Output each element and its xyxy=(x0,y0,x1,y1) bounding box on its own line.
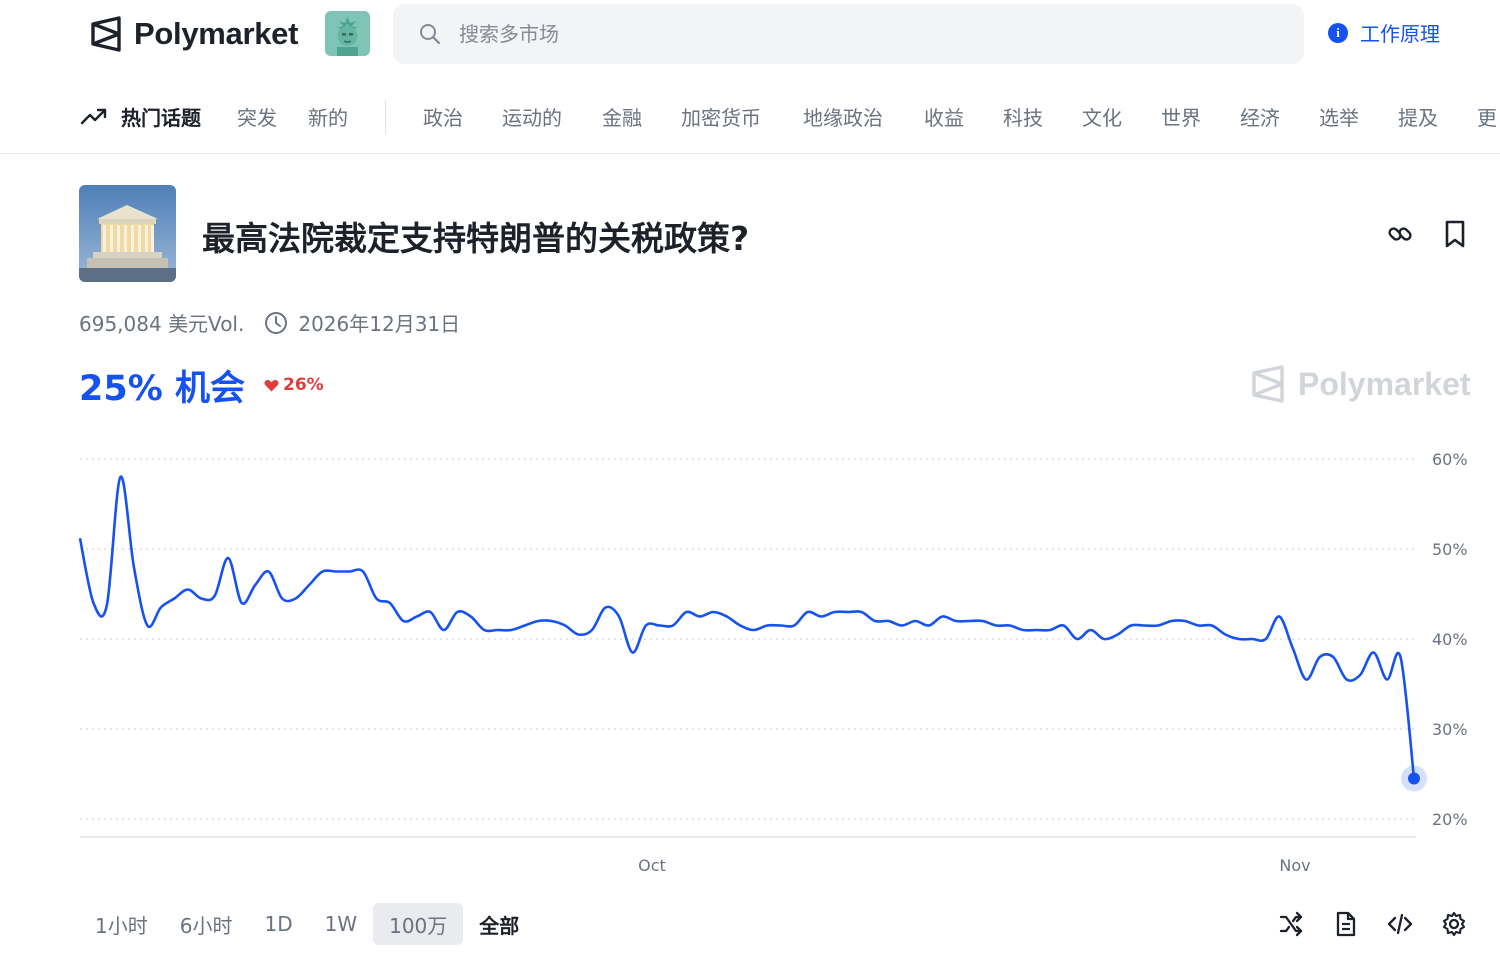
price-history-chart[interactable]: 60% 50% 40% 30% 20% Oct Nov xyxy=(0,430,1500,880)
info-icon: i xyxy=(1328,22,1348,43)
shuffle-icon[interactable] xyxy=(1278,911,1304,937)
how-it-works-link[interactable]: i 工作原理 xyxy=(1328,18,1440,47)
category-nav: 热门话题 突发 新的 政治 运动的 金融 加密货币 地缘政治 收益 科技 文化 … xyxy=(0,96,1500,142)
document-icon[interactable] xyxy=(1333,911,1359,937)
chance-value: 25% 机会 xyxy=(79,369,245,409)
market-image xyxy=(79,185,176,282)
nav-item-tech[interactable]: 科技 xyxy=(1003,102,1043,131)
range-1m-button[interactable]: 100万 xyxy=(373,903,464,945)
polymarket-logo-icon xyxy=(91,16,121,52)
top-bar: Polymarket i 工作原理 xyxy=(0,0,1500,70)
range-1d-button[interactable]: 1D xyxy=(248,903,308,945)
watermark-text: Polymarket xyxy=(1298,365,1471,402)
bookmark-icon[interactable] xyxy=(1443,219,1467,249)
nav-item-politics[interactable]: 政治 xyxy=(423,102,463,131)
nav-item-finance[interactable]: 金融 xyxy=(602,102,642,131)
chance-change: 26% xyxy=(264,375,324,395)
search-bar[interactable] xyxy=(393,4,1304,64)
range-6h-button[interactable]: 6小时 xyxy=(164,903,249,945)
nav-item-economy[interactable]: 经济 xyxy=(1240,102,1280,131)
y-tick-label: 50% xyxy=(1432,540,1468,559)
down-heart-icon xyxy=(264,379,279,391)
nav-item-sports[interactable]: 运动的 xyxy=(502,102,562,131)
how-it-works-label: 工作原理 xyxy=(1360,22,1440,46)
statue-of-liberty-badge-icon[interactable] xyxy=(325,11,370,56)
market-title: 最高法院裁定支持特朗普的关税政策? xyxy=(202,219,750,258)
nav-item-elections[interactable]: 选举 xyxy=(1319,102,1359,131)
y-tick-label: 30% xyxy=(1432,720,1468,739)
range-all-button[interactable]: 全部 xyxy=(463,903,535,945)
nav-divider-line xyxy=(0,153,1500,154)
nav-item-world[interactable]: 世界 xyxy=(1161,102,1201,131)
brand-logo[interactable]: Polymarket xyxy=(88,12,298,56)
range-1w-button[interactable]: 1W xyxy=(309,903,374,945)
nav-item-geopolitics[interactable]: 地缘政治 xyxy=(803,102,883,131)
y-tick-label: 20% xyxy=(1432,810,1468,829)
nav-item-new[interactable]: 新的 xyxy=(308,102,348,131)
watermark: Polymarket xyxy=(1250,364,1471,404)
nav-item-crypto[interactable]: 加密货币 xyxy=(681,102,761,131)
code-icon[interactable] xyxy=(1387,911,1413,937)
nav-item-mentions[interactable]: 提及 xyxy=(1398,102,1438,131)
polymarket-watermark-icon xyxy=(1252,365,1284,403)
nav-item-culture[interactable]: 文化 xyxy=(1082,102,1122,131)
y-tick-label: 40% xyxy=(1432,630,1468,649)
market-meta: 695,084 美元Vol. 2026年12月31日 xyxy=(79,308,460,337)
volume-label: 695,084 美元Vol. xyxy=(79,312,245,336)
chance-change-value: 26% xyxy=(283,375,324,395)
range-1h-button[interactable]: 1小时 xyxy=(79,903,164,945)
last-point-marker xyxy=(1408,772,1420,785)
nav-item-more[interactable]: 更 xyxy=(1477,102,1497,131)
time-range-selector: 1小时 6小时 1D 1W 100万 全部 xyxy=(79,901,535,947)
nav-divider xyxy=(385,100,386,134)
gear-icon[interactable] xyxy=(1441,911,1467,937)
search-input[interactable] xyxy=(459,22,1259,46)
nav-item-breaking[interactable]: 突发 xyxy=(237,102,277,131)
x-tick-label: Oct xyxy=(638,856,666,875)
trending-icon xyxy=(80,108,107,125)
link-icon[interactable] xyxy=(1386,220,1414,248)
end-date-label: 2026年12月31日 xyxy=(298,312,461,336)
search-icon xyxy=(420,24,441,45)
brand-name: Polymarket xyxy=(134,16,299,51)
price-series-line xyxy=(78,475,1416,779)
x-tick-label: Nov xyxy=(1279,856,1310,875)
y-tick-label: 60% xyxy=(1432,450,1468,469)
nav-item-earnings[interactable]: 收益 xyxy=(924,102,964,131)
nav-item-trending[interactable]: 热门话题 xyxy=(121,102,201,131)
clock-icon xyxy=(265,311,288,334)
